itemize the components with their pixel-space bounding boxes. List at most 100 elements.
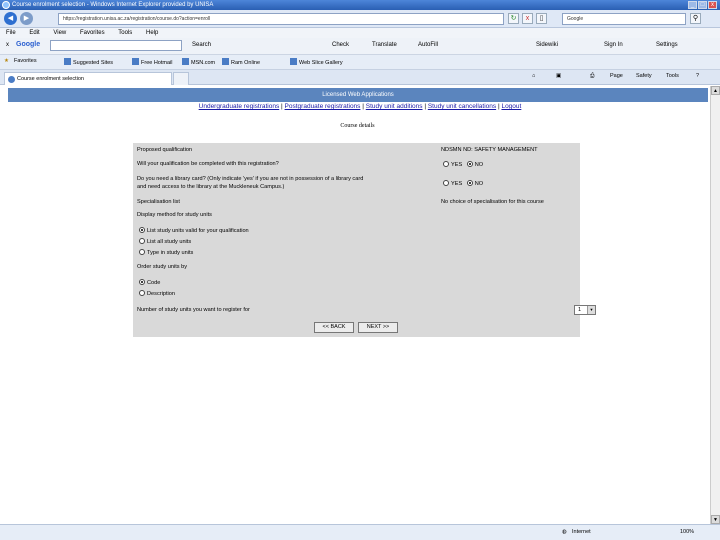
url-input[interactable]: https://registration.unisa.ac.za/registr… <box>58 13 504 25</box>
google-toolbar-close-icon[interactable]: x <box>6 42 9 48</box>
msn-icon <box>182 58 189 65</box>
menu-file[interactable]: File <box>6 30 16 36</box>
library-question-line1: Do you need a library card? (Only indica… <box>137 176 364 182</box>
google-search-button[interactable]: Search <box>192 42 211 48</box>
stop-button[interactable]: x <box>522 13 533 24</box>
link-postgraduate[interactable]: Postgraduate registrations <box>285 103 361 110</box>
library-yes-label: YES <box>451 181 463 187</box>
fav-msn[interactable]: MSN.com <box>182 58 215 66</box>
display-option-type[interactable]: Type in study units <box>139 249 193 256</box>
menu-favorites[interactable]: Favorites <box>80 30 105 36</box>
display-all-label: List all study units <box>147 239 192 245</box>
help-icon[interactable]: ? <box>696 73 699 79</box>
google-settings-button[interactable]: Settings <box>656 42 678 48</box>
link-separator: | <box>281 103 283 110</box>
completion-yes-label: YES <box>451 162 463 168</box>
chevron-down-icon[interactable]: ▼ <box>587 306 595 314</box>
scroll-up-icon[interactable]: ▲ <box>711 86 720 95</box>
fav-web-slice-gallery[interactable]: Web Slice Gallery <box>290 58 343 66</box>
suggested-sites-icon <box>64 58 71 65</box>
menu-tools[interactable]: Tools <box>118 30 132 36</box>
link-separator: | <box>362 103 364 110</box>
fav-free-hotmail[interactable]: Free Hotmail <box>132 58 172 66</box>
safety-menu[interactable]: Safety <box>636 73 652 79</box>
number-units-value: 1 <box>578 307 582 313</box>
close-button[interactable]: x <box>708 1 717 9</box>
search-icon[interactable]: ⚲ <box>690 13 701 24</box>
display-valid-label: List study units valid for your qualific… <box>147 228 249 234</box>
completion-yes-radio[interactable] <box>443 161 449 167</box>
compatibility-icon[interactable]: ▯ <box>536 13 547 24</box>
print-icon[interactable]: ⎙ <box>590 73 594 80</box>
order-label: Order study units by <box>137 264 188 270</box>
tab-course-enrolment[interactable]: Course enrolment selection <box>4 72 172 85</box>
favorites-button[interactable]: Favorites <box>14 58 37 64</box>
fav-suggested-sites[interactable]: Suggested Sites <box>64 58 113 66</box>
tab-label: Course enrolment selection <box>17 76 84 82</box>
order-description-radio[interactable] <box>139 290 145 296</box>
minimize-button[interactable]: _ <box>688 1 697 9</box>
new-tab-button[interactable] <box>173 72 189 85</box>
google-autofill-button[interactable]: AutoFill <box>418 42 438 48</box>
completion-question: Will your qualification be completed wit… <box>137 161 279 167</box>
feeds-icon[interactable]: ▣ <box>556 73 561 79</box>
completion-options: YES NO <box>443 161 483 168</box>
display-type-label: Type in study units <box>147 250 194 256</box>
tab-bar: Course enrolment selection ⌂ ▣ ⎙ Page Sa… <box>0 70 720 85</box>
library-question-line2: and need access to the library at the Mu… <box>137 184 285 190</box>
link-study-unit-cancellations[interactable]: Study unit cancellations <box>428 103 496 110</box>
zoom-level[interactable]: 100% <box>680 529 694 535</box>
scroll-down-icon[interactable]: ▼ <box>711 515 720 524</box>
refresh-button[interactable]: ↻ <box>508 13 519 24</box>
back-button[interactable]: ◀ <box>4 12 17 25</box>
tools-menu[interactable]: Tools <box>666 73 679 79</box>
google-translate-button[interactable]: Translate <box>372 42 397 48</box>
order-code-radio[interactable] <box>139 279 145 285</box>
number-units-label: Number of study units you want to regist… <box>137 307 250 313</box>
back-form-button[interactable]: << BACK <box>314 322 354 333</box>
ram-icon <box>222 58 229 65</box>
page-banner: Licensed Web Applications <box>8 88 708 102</box>
library-yes-radio[interactable] <box>443 180 449 186</box>
vertical-scrollbar[interactable]: ▲ ▼ <box>710 86 720 524</box>
completion-no-label: NO <box>474 162 484 168</box>
order-description-label: Description <box>147 291 175 297</box>
display-option-all[interactable]: List all study units <box>139 238 191 245</box>
display-all-radio[interactable] <box>139 238 145 244</box>
link-undergraduate[interactable]: Undergraduate registrations <box>199 103 280 110</box>
fav-ram-online[interactable]: Ram Online <box>222 58 260 66</box>
order-option-code[interactable]: Code <box>139 279 160 286</box>
page-menu[interactable]: Page <box>610 73 623 79</box>
web-slice-icon <box>290 58 297 65</box>
library-no-label: NO <box>474 181 484 187</box>
link-separator: | <box>424 103 427 110</box>
menu-view[interactable]: View <box>53 30 66 36</box>
display-valid-radio[interactable] <box>139 227 145 233</box>
internet-zone-label: Internet <box>572 529 591 535</box>
proposed-qualification-label: Proposed qualification <box>137 147 193 153</box>
forward-button[interactable]: ▶ <box>20 12 33 25</box>
search-input[interactable]: Google <box>562 13 686 25</box>
google-sidewiki-button[interactable]: Sidewiki <box>536 42 558 48</box>
number-units-select[interactable]: 1 ▼ <box>574 305 596 315</box>
display-type-radio[interactable] <box>139 249 145 255</box>
maximize-button[interactable]: □ <box>698 1 707 9</box>
next-form-button[interactable]: NEXT >> <box>358 322 398 333</box>
window-title: Course enrolment selection - Windows Int… <box>12 2 214 8</box>
link-study-unit-additions[interactable]: Study unit additions <box>366 103 423 110</box>
order-option-description[interactable]: Description <box>139 290 175 297</box>
page-icon <box>8 76 15 83</box>
completion-no-radio[interactable] <box>466 161 473 167</box>
google-signin-button[interactable]: Sign In <box>604 42 623 48</box>
link-separator: | <box>497 103 500 110</box>
display-option-valid[interactable]: List study units valid for your qualific… <box>139 227 249 234</box>
home-icon[interactable]: ⌂ <box>532 73 535 79</box>
menu-edit[interactable]: Edit <box>29 30 39 36</box>
link-logout[interactable]: Logout <box>501 103 521 110</box>
google-search-input[interactable] <box>50 40 182 51</box>
menu-help[interactable]: Help <box>146 30 158 36</box>
library-no-radio[interactable] <box>466 180 473 186</box>
specialisation-label: Specialisation list <box>137 199 180 205</box>
google-check-button[interactable]: Check <box>332 42 349 48</box>
favorites-star-icon[interactable]: ★ <box>4 58 9 64</box>
